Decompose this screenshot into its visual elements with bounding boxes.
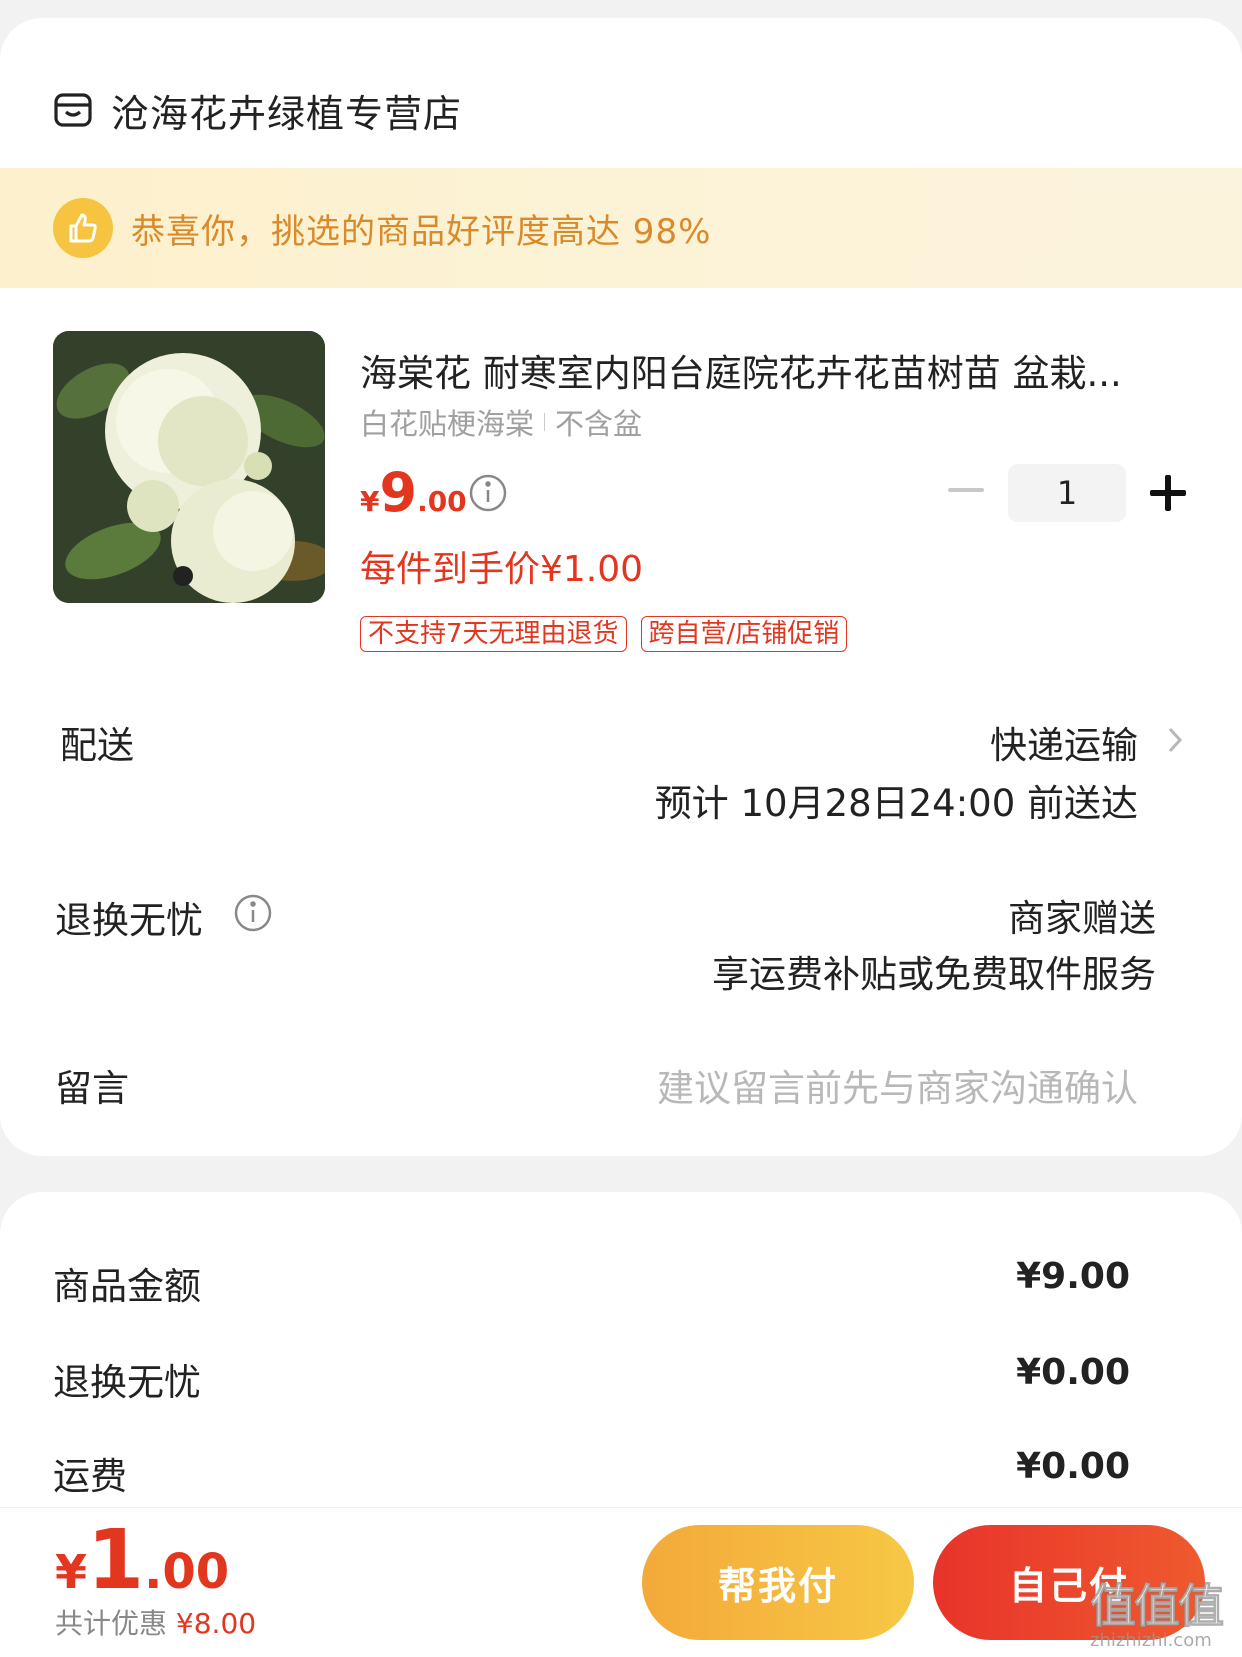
quantity-field[interactable]: 1: [1008, 464, 1126, 522]
message-input[interactable]: 建议留言前先与商家沟通确认: [657, 1058, 1138, 1112]
help-pay-button[interactable]: 帮我付: [642, 1525, 914, 1640]
total-currency: ¥: [55, 1545, 88, 1599]
total-decimal: .00: [144, 1544, 230, 1600]
watermark: 值值值 zhizhizhi.com: [1090, 1570, 1240, 1657]
price-info-icon[interactable]: [468, 473, 508, 513]
spec-pot: 不含盆: [555, 407, 643, 441]
watermark-text: zhizhizhi.com: [1090, 1630, 1212, 1651]
product-title[interactable]: 海棠花 耐寒室内阳台庭院花卉花苗树苗 盆栽...: [360, 343, 1190, 397]
spec-variety: 白花贴梗海棠: [360, 407, 535, 441]
watermark-logo: 值值值: [1090, 1579, 1225, 1634]
total-discount: 共计优惠 ¥8.00: [55, 1602, 256, 1642]
discount-value: ¥8.00: [175, 1607, 257, 1640]
quantity-minus-button[interactable]: [948, 488, 984, 492]
quantity-plus-button[interactable]: [1150, 475, 1186, 511]
rating-banner: 恭喜你，挑选的商品好评度高达 98%: [0, 168, 1242, 288]
returns-label: 退换无忧: [55, 899, 203, 942]
product-spec[interactable]: 白花贴梗海棠 不含盆: [360, 401, 642, 443]
discount-label: 共计优惠: [55, 1607, 168, 1640]
summary-goods-label: 商品金额: [53, 1265, 201, 1308]
total-integer: 1: [87, 1513, 145, 1608]
delivery-label: 配送: [60, 724, 134, 767]
delivery-method[interactable]: 快递运输: [990, 715, 1138, 769]
tag-promotion: 跨自营/店铺促销: [640, 616, 848, 652]
summary-goods-value: ¥9.00: [1016, 1256, 1130, 1297]
thumbs-up-icon: [53, 198, 113, 258]
summary-shipping-label: 运费: [53, 1455, 127, 1498]
price-integer: 9: [379, 461, 418, 524]
order-card: 沧海花卉绿植专营店 恭喜你，挑选的商品好评度高达 98% 海棠花 耐寒室内阳台庭…: [0, 18, 1242, 1156]
spec-divider: [544, 413, 546, 431]
store-icon: [53, 90, 93, 130]
product-tags: 不支持7天无理由退货 跨自营/店铺促销: [360, 616, 861, 652]
summary-returns-value: ¥0.00: [1016, 1352, 1130, 1393]
unit-final-price: 每件到手价¥1.00: [360, 549, 644, 590]
message-label: 留言: [55, 1067, 129, 1110]
summary-returns-label: 退换无忧: [53, 1361, 201, 1404]
total-price: ¥ 1 .00: [55, 1520, 229, 1602]
price-decimal: .00: [417, 485, 467, 518]
delivery-eta: 预计 10月28日24:00 前送达: [654, 782, 1138, 825]
chevron-right-icon[interactable]: [1164, 726, 1186, 754]
rating-text: 恭喜你，挑选的商品好评度高达 98%: [131, 211, 712, 252]
price-currency: ¥: [360, 485, 380, 518]
store-name: 沧海花卉绿植专营店: [111, 91, 463, 136]
returns-provider: 商家赠送: [1008, 897, 1156, 940]
store-header[interactable]: 沧海花卉绿植专营店: [53, 80, 462, 140]
summary-shipping-value: ¥0.00: [1016, 1446, 1130, 1487]
tag-no-return: 不支持7天无理由退货: [360, 616, 627, 652]
product-price: ¥ 9 .00: [360, 466, 467, 520]
returns-benefit: 享运费补贴或免费取件服务: [712, 953, 1156, 996]
returns-info-icon[interactable]: [233, 893, 273, 933]
product-image[interactable]: [53, 331, 325, 603]
